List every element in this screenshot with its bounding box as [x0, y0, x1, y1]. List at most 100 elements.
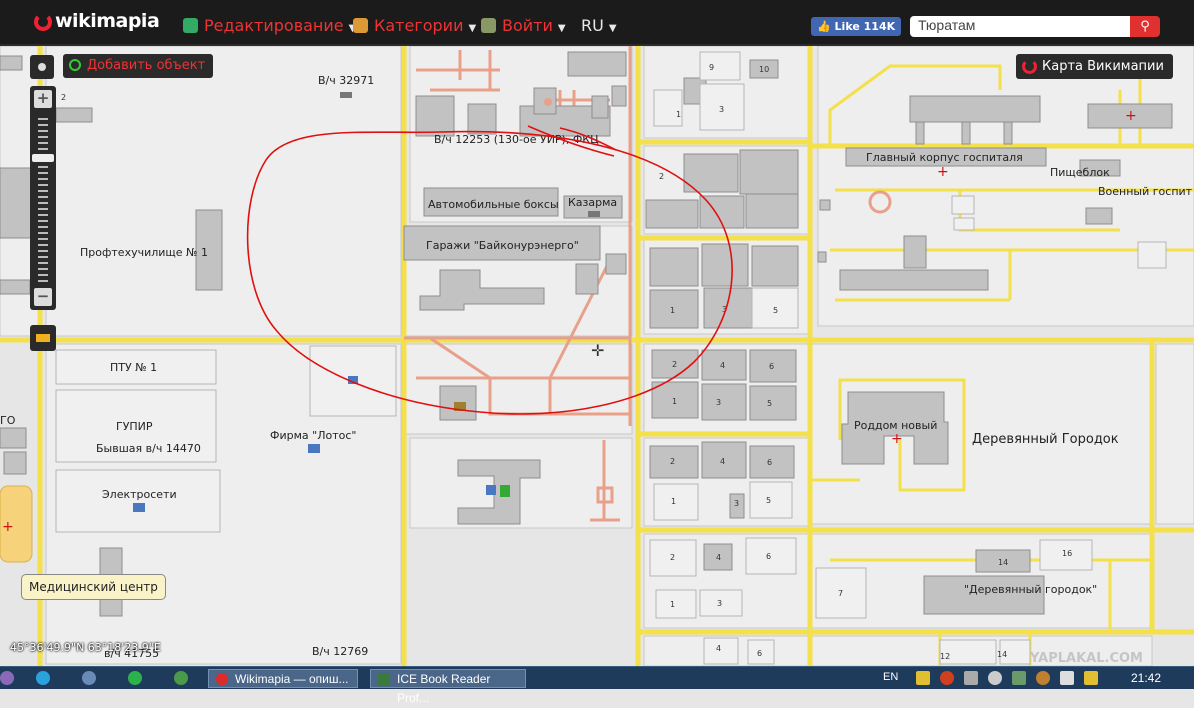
layer-toggle-icon	[38, 63, 46, 71]
block-number: 9	[709, 63, 714, 72]
telegram-icon[interactable]	[36, 671, 50, 685]
block-number: 12	[940, 652, 950, 661]
map-label[interactable]: ГУПИР	[116, 420, 153, 433]
book-icon	[378, 673, 390, 685]
block-number: 4	[720, 361, 725, 370]
flag-icon[interactable]	[1060, 671, 1074, 685]
add-plus-icon	[69, 59, 81, 71]
menu-login[interactable]: Войти ▼	[481, 16, 566, 35]
facebook-like-button[interactable]: 👍 Like 114K	[811, 17, 902, 36]
chevron-down-icon: ▼	[468, 23, 477, 34]
block-number: 1	[671, 497, 676, 506]
block-number: 2	[61, 93, 66, 102]
coordinates-readout: 45°36'49.9"N 63°18'23.9"E	[10, 641, 161, 654]
network-icon[interactable]	[1084, 671, 1098, 685]
map-label[interactable]: В/ч 32971	[318, 74, 374, 87]
object-icon[interactable]	[500, 485, 510, 497]
block-number: 1	[676, 110, 681, 119]
block-number: 14	[997, 650, 1007, 659]
categories-icon	[353, 18, 368, 33]
block-number: 6	[757, 649, 762, 658]
map-label[interactable]: Бывшая в/ч 14470	[96, 442, 201, 455]
block-number: 1	[670, 600, 675, 609]
zoom-in-button[interactable]: +	[34, 90, 52, 108]
map-switch-button[interactable]: Карта Викимапии	[1016, 54, 1173, 79]
taskbar-item-icebook[interactable]: ICE Book Reader Prof...	[370, 669, 526, 705]
zoom-out-button[interactable]: −	[34, 288, 52, 306]
map-point-marker	[544, 98, 552, 106]
block-number: 6	[769, 362, 774, 371]
language-indicator[interactable]: EN	[883, 671, 898, 683]
app-icon[interactable]	[82, 671, 96, 685]
map-layer-toggle-button[interactable]	[30, 55, 54, 79]
object-icon[interactable]	[308, 444, 320, 453]
map-canvas[interactable]: + + + + В/ч 32971 В/ч 12253 (130-ое УИР)…	[0, 46, 1194, 666]
hospital-cross-icon[interactable]: +	[937, 164, 949, 180]
chevron-down-icon: ▼	[608, 23, 617, 34]
block-number: 5	[773, 306, 778, 315]
thumbs-up-icon: 👍	[817, 20, 831, 33]
zoom-slider-track[interactable]	[38, 114, 48, 284]
map-label[interactable]: ПТУ № 1	[110, 361, 157, 374]
app-icon[interactable]	[0, 671, 14, 685]
map-label-partial: ГО	[0, 414, 16, 427]
hospital-cross-icon[interactable]: +	[891, 431, 903, 447]
globe-icon[interactable]	[174, 671, 188, 685]
menu-edit[interactable]: Редактирование▼	[183, 16, 356, 35]
tray-icon[interactable]	[916, 671, 930, 685]
menu-categories[interactable]: Категории ▼	[353, 16, 476, 35]
map-label[interactable]: Гаражи "Байконурэнерго"	[426, 239, 579, 252]
map-label[interactable]: Профтехучилище № 1	[80, 246, 208, 259]
windows-taskbar: Wikimapia — опиш... ICE Book Reader Prof…	[0, 666, 1194, 705]
block-number: 5	[767, 399, 772, 408]
zoom-control: + −	[30, 86, 56, 310]
ruler-button[interactable]	[30, 325, 56, 351]
clock[interactable]: 21:42	[1131, 671, 1161, 685]
block-number: 1	[670, 306, 675, 315]
map-label[interactable]: В/ч 12769	[312, 645, 368, 658]
hospital-cross-icon[interactable]: +	[1125, 108, 1137, 124]
map-label[interactable]: Казарма	[568, 196, 617, 209]
map-label[interactable]: Электросети	[102, 488, 177, 501]
tray-icon[interactable]	[1012, 671, 1026, 685]
watermark: YAPLAKAL.COM	[1030, 651, 1143, 666]
search-button[interactable]: ⚲	[1130, 16, 1160, 37]
search-icon: ⚲	[1140, 19, 1150, 34]
add-object-button[interactable]: Добавить объект	[63, 54, 214, 78]
map-label[interactable]: Роддом новый	[854, 419, 937, 432]
block-number: 3	[719, 105, 724, 114]
zoom-slider-handle[interactable]	[32, 154, 54, 162]
block-number: 4	[716, 644, 721, 653]
whatsapp-icon[interactable]	[128, 671, 142, 685]
block-number: 7	[838, 589, 843, 598]
map-label[interactable]: Военный госпит	[1098, 185, 1193, 198]
object-icon[interactable]	[133, 503, 145, 512]
map-label[interactable]: Деревянный Городок	[972, 432, 1119, 447]
tray-icon[interactable]	[964, 671, 978, 685]
block-number: 2	[670, 457, 675, 466]
block-number: 2	[672, 360, 677, 369]
military-icon[interactable]	[588, 211, 600, 217]
top-navigation-bar: wikimapia Редактирование▼ Категории▼ Вой…	[0, 0, 1194, 46]
ruler-icon	[36, 334, 50, 342]
map-label[interactable]: Фирма "Лотос"	[270, 429, 356, 442]
block-number: 3	[717, 599, 722, 608]
map-label[interactable]: Главный корпус госпиталя	[866, 151, 1023, 164]
map-label[interactable]: Автомобильные боксы	[428, 198, 559, 211]
wikimapia-logo[interactable]: wikimapia	[34, 10, 160, 32]
tray-icon[interactable]	[940, 671, 954, 685]
block-number: 2	[659, 172, 664, 181]
taskbar-item-wikimapia[interactable]: Wikimapia — опиш...	[208, 669, 358, 688]
block-number: 10	[759, 65, 769, 74]
map-label[interactable]: "Деревянный городок"	[964, 583, 1097, 596]
hospital-cross-icon[interactable]: +	[2, 519, 14, 535]
opera-icon	[216, 673, 228, 685]
volume-icon[interactable]	[988, 671, 1002, 685]
search-input[interactable]: Тюратам	[910, 16, 1130, 37]
map-label[interactable]: Пищеблок	[1050, 166, 1110, 179]
tray-icon[interactable]	[1036, 671, 1050, 685]
block-number: 1	[672, 397, 677, 406]
military-icon[interactable]	[340, 92, 352, 98]
menu-language[interactable]: RU ▼	[581, 16, 617, 35]
object-icon[interactable]	[486, 485, 496, 495]
